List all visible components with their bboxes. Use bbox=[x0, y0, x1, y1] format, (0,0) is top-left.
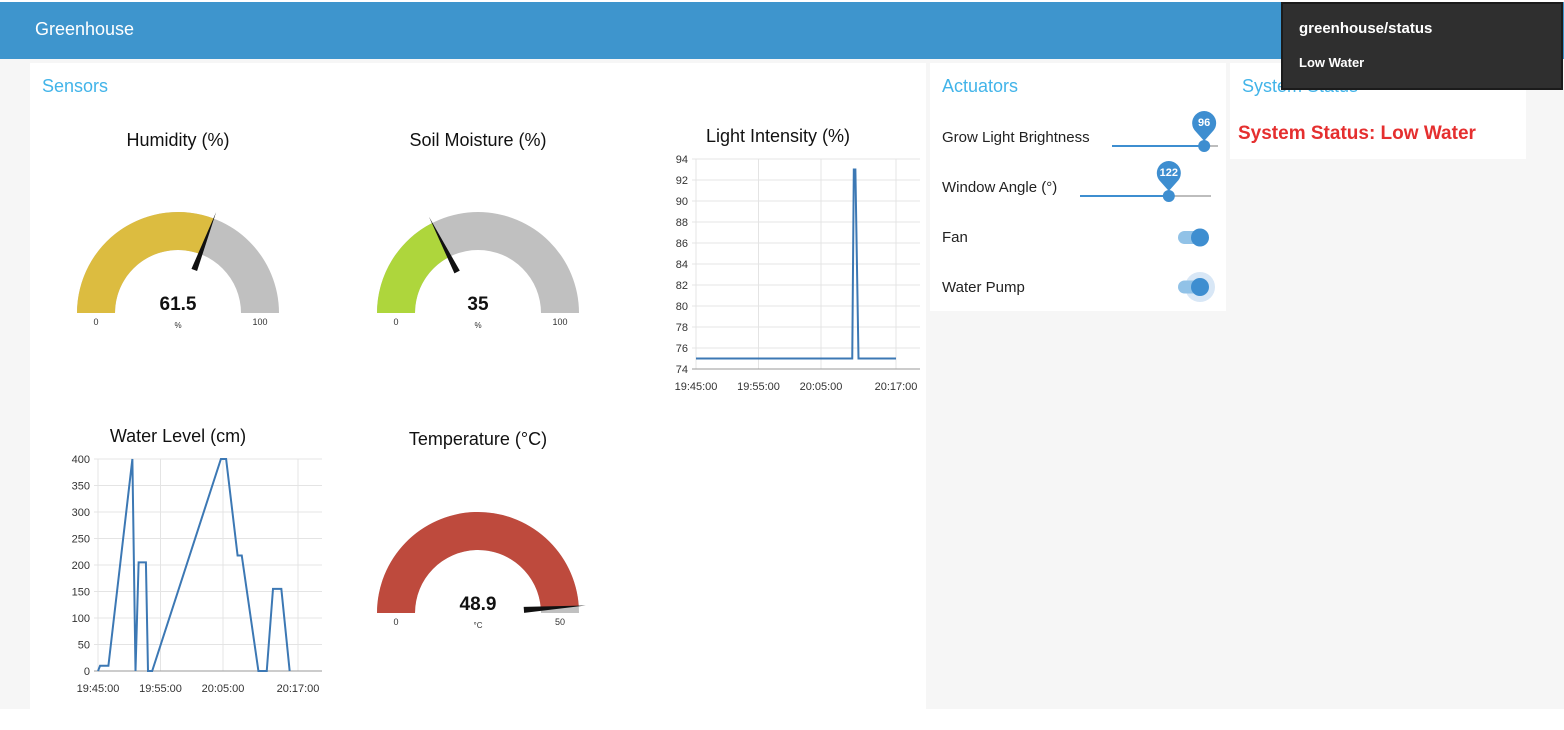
y-tick-label: 200 bbox=[72, 560, 90, 572]
x-tick-label: 20:05:00 bbox=[202, 683, 245, 695]
y-tick-label: 300 bbox=[72, 507, 90, 519]
toast-message: Low Water bbox=[1299, 55, 1365, 70]
slider-value: 96 bbox=[1198, 117, 1210, 129]
water-pump-label: Water Pump bbox=[942, 279, 1025, 296]
y-tick-label: 250 bbox=[72, 534, 90, 546]
gauge-unit: °C bbox=[474, 621, 483, 630]
notification-toast[interactable]: greenhouse/status Low Water bbox=[1281, 2, 1563, 90]
y-tick-label: 86 bbox=[676, 238, 688, 250]
temperature-gauge: 48.9 °C 0 50 bbox=[377, 512, 586, 630]
sensors-title: Sensors bbox=[42, 76, 109, 96]
toast-topic: greenhouse/status bbox=[1299, 20, 1433, 37]
water-pump-toggle[interactable] bbox=[1174, 271, 1224, 305]
y-tick-label: 78 bbox=[676, 322, 688, 334]
gauge-max: 50 bbox=[555, 617, 565, 627]
x-tick-label: 19:45:00 bbox=[77, 683, 120, 695]
y-tick-label: 76 bbox=[676, 343, 688, 355]
x-tick-label: 19:55:00 bbox=[737, 381, 780, 393]
soil-moisture-gauge: 35 % 0 100 bbox=[377, 212, 579, 330]
gauge-min: 0 bbox=[393, 317, 398, 327]
x-tick-label: 20:05:00 bbox=[800, 381, 843, 393]
actuators-card: Actuators Grow Light Brightness 96 Windo… bbox=[930, 63, 1226, 311]
x-tick-label: 20:17:00 bbox=[277, 683, 320, 695]
x-tick-label: 20:17:00 bbox=[875, 381, 918, 393]
humidity-gauge: 61.5 % 0 100 bbox=[77, 211, 279, 330]
grow-light-slider[interactable]: 96 bbox=[1108, 107, 1226, 153]
gauge-value: 48.9 bbox=[460, 594, 497, 615]
actuators-title: Actuators bbox=[942, 76, 1019, 96]
gauge-min: 0 bbox=[93, 317, 98, 327]
app-title: Greenhouse bbox=[35, 19, 135, 39]
toggle-knob bbox=[1191, 228, 1209, 247]
temperature-title: Temperature (°C) bbox=[408, 429, 548, 449]
gauge-value: 61.5 bbox=[160, 294, 197, 315]
gauge-min: 0 bbox=[393, 617, 398, 627]
system-status-text: System Status: Low Water bbox=[1238, 123, 1476, 144]
y-tick-label: 150 bbox=[72, 587, 90, 599]
grow-light-label: Grow Light Brightness bbox=[942, 129, 1090, 146]
y-tick-label: 90 bbox=[676, 196, 688, 208]
y-tick-label: 82 bbox=[676, 280, 688, 292]
y-tick-label: 88 bbox=[676, 217, 688, 229]
window-angle-slider[interactable]: 122 bbox=[1076, 157, 1216, 203]
y-tick-label: 74 bbox=[676, 364, 688, 376]
y-tick-label: 94 bbox=[676, 154, 688, 166]
light-intensity-chart: 19:45:00 19:55:00 20:05:00 20:17:00 94 92 90 88… bbox=[675, 154, 920, 393]
y-tick-label: 0 bbox=[84, 666, 90, 678]
water-level-title: Water Level (cm) bbox=[109, 426, 247, 446]
fan-label: Fan bbox=[942, 229, 968, 246]
x-tick-label: 19:55:00 bbox=[139, 683, 182, 695]
gauge-max: 100 bbox=[252, 317, 267, 327]
soil-moisture-title: Soil Moisture (%) bbox=[409, 130, 547, 150]
y-tick-label: 100 bbox=[72, 613, 90, 625]
x-tick-label: 19:45:00 bbox=[675, 381, 718, 393]
slider-value: 122 bbox=[1160, 167, 1178, 179]
y-tick-label: 350 bbox=[72, 481, 90, 493]
window-angle-label: Window Angle (°) bbox=[942, 179, 1058, 196]
y-tick-label: 400 bbox=[72, 454, 90, 466]
light-intensity-title: Light Intensity (%) bbox=[705, 126, 851, 146]
y-tick-label: 80 bbox=[676, 301, 688, 313]
y-tick-label: 84 bbox=[676, 259, 688, 271]
y-tick-label: 50 bbox=[78, 640, 90, 652]
fan-toggle[interactable] bbox=[1174, 223, 1214, 253]
y-tick-label: 92 bbox=[676, 175, 688, 187]
gauge-unit: % bbox=[474, 321, 481, 330]
toggle-knob bbox=[1191, 278, 1209, 296]
gauge-value: 35 bbox=[467, 294, 489, 315]
humidity-title: Humidity (%) bbox=[126, 130, 230, 150]
gauge-unit: % bbox=[174, 321, 181, 330]
slider-thumb bbox=[1162, 190, 1175, 202]
water-level-chart: 19:45:00 19:55:00 20:05:00 20:17:00 400 350 30… bbox=[72, 454, 322, 695]
sensors-card: Sensors Humidity (%) 61.5 % 0 100 Soil M… bbox=[30, 63, 926, 709]
slider-thumb bbox=[1198, 140, 1211, 152]
gauge-max: 100 bbox=[552, 317, 567, 327]
